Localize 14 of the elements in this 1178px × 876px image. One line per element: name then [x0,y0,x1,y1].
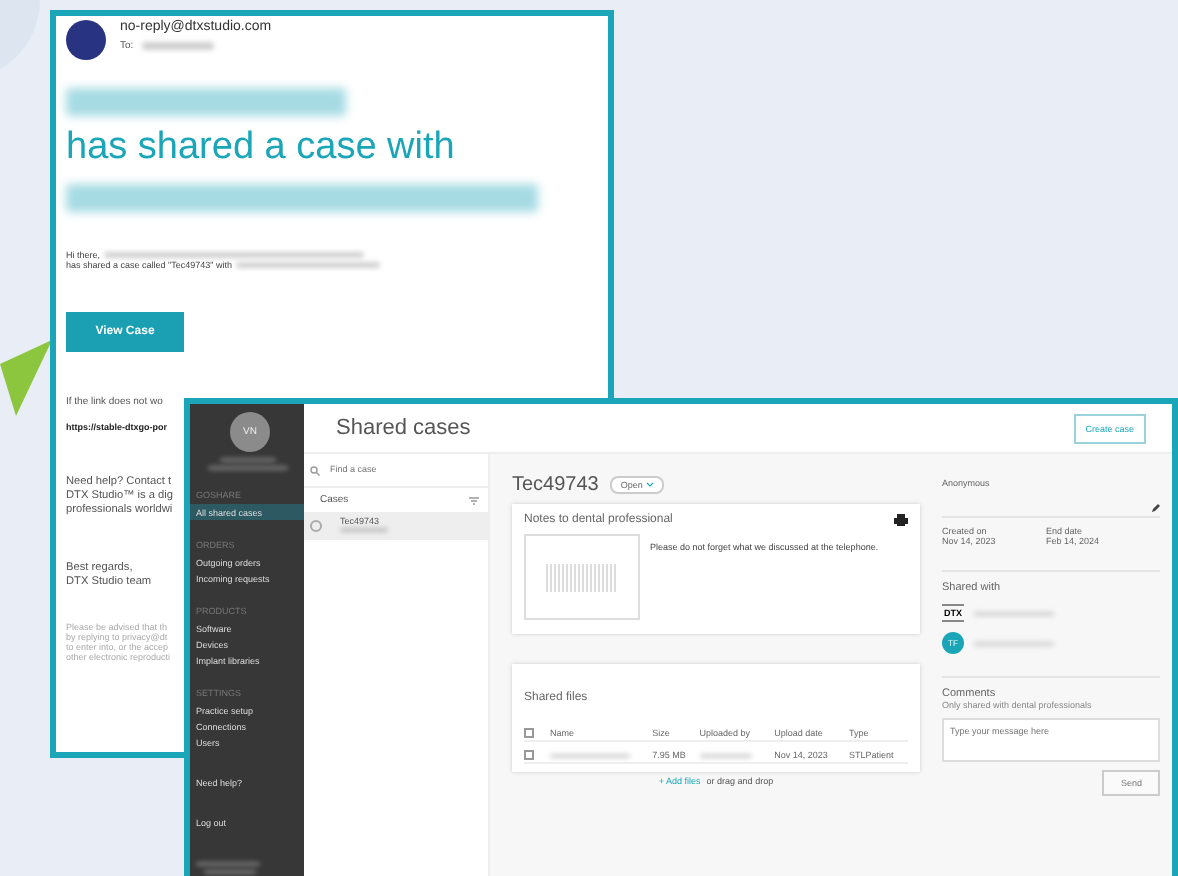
caret-icon [646,482,655,488]
triangle-shape [0,340,52,416]
print-icon[interactable] [894,514,908,526]
sender-avatar [66,20,106,60]
email-headline: has shared a case with [66,126,457,170]
search-icon [310,465,320,475]
case-title: Tec49743 [512,474,599,496]
sort-icon[interactable] [468,495,480,505]
checkbox[interactable] [524,750,534,760]
checkbox[interactable] [524,728,534,738]
pencil-icon[interactable] [1152,504,1160,512]
dental-chart-thumbnail [524,534,640,620]
redacted-text [141,42,214,50]
page-title: Shared cases [336,416,471,440]
